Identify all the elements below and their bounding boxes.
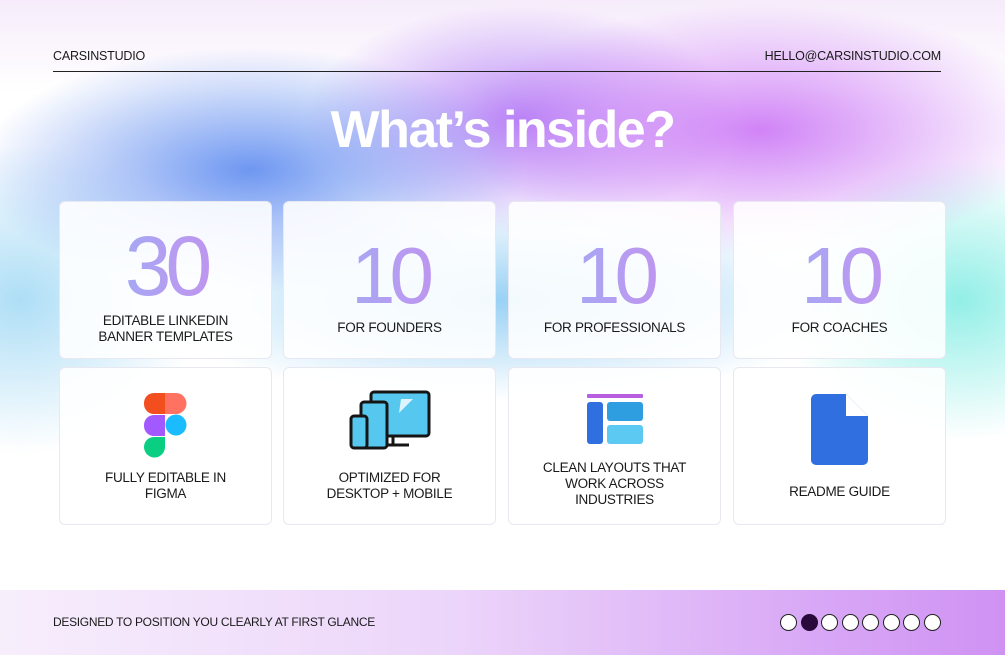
stat-label: FOR PROFESSIONALS — [543, 320, 686, 335]
page-dot-5[interactable] — [862, 614, 879, 631]
brand-name: CARSINSTUDIO — [53, 49, 146, 63]
figma-icon — [143, 393, 186, 458]
feature-card-devices: OPTIMIZED FOR DESKTOP + MOBILE — [283, 367, 496, 525]
page-dot-2-active[interactable] — [801, 614, 818, 631]
stat-card-professionals: 10 FOR PROFESSIONALS — [508, 201, 721, 359]
layout-icon — [586, 394, 643, 444]
stat-number: 10 — [284, 234, 495, 318]
feature-label: README GUIDE — [789, 484, 890, 499]
contact-email[interactable]: HELLO@CARSINSTUDIO.COM — [765, 49, 942, 63]
page-title: What’s inside? — [330, 101, 677, 159]
stat-number: 10 — [734, 234, 945, 318]
stat-card-founders: 10 FOR FOUNDERS — [283, 201, 496, 359]
stat-label: FOR FOUNDERS — [337, 320, 442, 335]
stat-card-coaches: 10 FOR COACHES — [733, 201, 946, 359]
stat-card-templates: 30 EDITABLE LINKEDIN BANNER TEMPLATES — [59, 201, 272, 359]
page-dot-7[interactable] — [903, 614, 920, 631]
header: CARSINSTUDIO HELLO@CARSINSTUDIO.COM — [53, 49, 941, 72]
feature-card-readme: README GUIDE — [733, 367, 946, 525]
feature-label: FULLY EDITABLE IN FIGMA — [105, 470, 226, 501]
document-icon — [810, 394, 868, 465]
page-dot-3[interactable] — [821, 614, 838, 631]
page-dot-6[interactable] — [883, 614, 900, 631]
stat-number: 30 — [60, 224, 271, 308]
page-dot-1[interactable] — [780, 614, 797, 631]
feature-card-layouts: CLEAN LAYOUTS THAT WORK ACROSS INDUSTRIE… — [508, 367, 721, 525]
devices-icon — [349, 390, 430, 450]
footer-tagline: DESIGNED TO POSITION YOU CLEARLY AT FIRS… — [53, 615, 375, 629]
stat-number: 10 — [509, 234, 720, 318]
feature-label: OPTIMIZED FOR DESKTOP + MOBILE — [326, 470, 453, 501]
footer: DESIGNED TO POSITION YOU CLEARLY AT FIRS… — [0, 590, 1005, 655]
stat-label: FOR COACHES — [791, 320, 888, 335]
page-dot-4[interactable] — [842, 614, 859, 631]
feature-card-figma: FULLY EDITABLE IN FIGMA — [59, 367, 272, 525]
feature-label: CLEAN LAYOUTS THAT WORK ACROSS INDUSTRIE… — [542, 460, 687, 507]
stat-label: EDITABLE LINKEDIN BANNER TEMPLATES — [98, 313, 233, 344]
page-dot-8[interactable] — [924, 614, 941, 631]
